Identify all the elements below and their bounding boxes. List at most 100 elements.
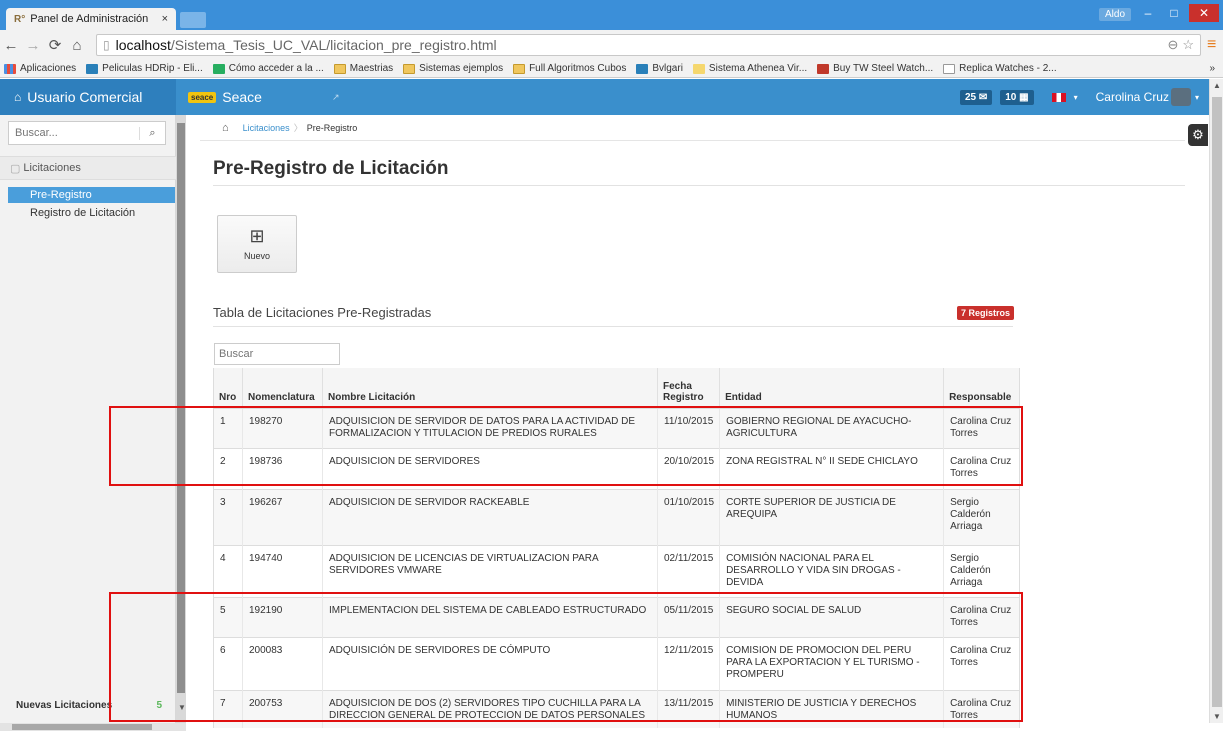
breadcrumb-parent[interactable]: Licitaciones xyxy=(243,123,290,133)
home-icon: ⌂ xyxy=(14,90,22,104)
cell-responsable: Sergio Calderón Arriaga xyxy=(943,488,1021,545)
cell-nomenclatura: 196267 xyxy=(242,488,323,545)
bookmarks-more-icon[interactable]: » xyxy=(1209,63,1215,74)
mail-badge[interactable]: 25 ✉ xyxy=(959,89,993,105)
cell-nomenclatura: 194740 xyxy=(242,544,323,597)
page-title: Pre-Registro de Licitación xyxy=(213,158,449,179)
cell-nro: 3 xyxy=(213,488,243,545)
bookmark-label: Buy TW Steel Watch... xyxy=(833,63,934,74)
folder-icon xyxy=(333,63,346,74)
col-fecha[interactable]: Fecha Registro xyxy=(656,368,720,409)
calendar-badge[interactable]: 10 ▦ xyxy=(1000,89,1034,105)
bookmark-item[interactable]: Sistema Athenea Vir... xyxy=(692,63,807,74)
chevron-down-icon[interactable]: ▾ xyxy=(1074,93,1078,102)
sidebar-item-registro-licitacion[interactable]: Registro de Licitación xyxy=(8,205,175,221)
top-nav: seace Seace ↗ 25 ✉ 10 ▦ ▾ Carolina Cruz … xyxy=(176,79,1213,115)
browser-tab[interactable]: R° Panel de Administración × xyxy=(6,8,176,30)
table-row[interactable]: 4 194740 ADQUISICION DE LICENCIAS DE VIR… xyxy=(213,544,1021,597)
reload-icon[interactable]: ⟳ xyxy=(44,36,66,54)
star-icon[interactable]: ☆ xyxy=(1182,37,1194,53)
maximize-icon[interactable]: □ xyxy=(1161,4,1187,22)
new-tab-button[interactable] xyxy=(180,12,206,28)
cell-nombre: ADQUISICION DE LICENCIAS DE VIRTUALIZACI… xyxy=(322,544,658,597)
bookmark-item[interactable]: Full Algoritmos Cubos xyxy=(513,63,626,74)
zoom-icon[interactable]: ⊖ xyxy=(1167,37,1178,53)
home-icon[interactable]: ⌂ xyxy=(222,122,229,134)
scroll-down-icon[interactable]: ▼ xyxy=(1213,712,1221,721)
user-menu[interactable]: Carolina Cruz ▾ xyxy=(1096,88,1199,106)
bookmark-label: Sistemas ejemplos xyxy=(419,63,504,74)
bookmark-item[interactable]: Buy TW Steel Watch... xyxy=(817,63,933,74)
search-icon[interactable]: ⌕ xyxy=(139,126,165,140)
scrollbar-thumb[interactable] xyxy=(12,724,152,730)
col-responsable[interactable]: Responsable xyxy=(943,368,1021,409)
records-badge: 7 Registros xyxy=(957,306,1015,320)
shop-icon xyxy=(636,63,649,74)
module-link[interactable]: Seace xyxy=(222,89,262,105)
sidebar-section-label: Licitaciones xyxy=(23,162,81,174)
external-link-icon[interactable]: ↗ xyxy=(332,92,340,103)
bookmark-item[interactable]: Aplicaciones xyxy=(4,63,76,74)
folder-icon: ▢ xyxy=(10,162,21,175)
col-nomenclatura[interactable]: Nomenclatura xyxy=(242,368,323,409)
folder-icon xyxy=(403,63,416,74)
url-path: /Sistema_Tesis_UC_VAL/licitacion_pre_reg… xyxy=(170,37,497,53)
page-icon: ▯ xyxy=(103,38,110,52)
bookmark-label: Cómo acceder a la ... xyxy=(228,63,324,74)
table-search-input[interactable] xyxy=(214,343,340,365)
horizontal-scrollbar[interactable] xyxy=(0,723,186,731)
scrollbar-thumb[interactable] xyxy=(1212,97,1222,707)
window-user-badge[interactable]: Aldo xyxy=(1098,8,1131,21)
bookmark-label: Bvlgari xyxy=(652,63,683,74)
bookmark-label: Aplicaciones xyxy=(20,63,77,74)
tab-close-icon[interactable]: × xyxy=(162,13,168,25)
page-scrollbar[interactable]: ▲ ▼ xyxy=(1209,79,1223,723)
peru-flag-icon[interactable] xyxy=(1051,92,1066,102)
url-field[interactable]: ▯ localhost /Sistema_Tesis_UC_VAL/licita… xyxy=(96,34,1201,56)
sidebar-section-licitaciones[interactable]: ▢ Licitaciones xyxy=(0,156,176,180)
breadcrumb: ⌂ Licitaciones 〉 Pre-Registro xyxy=(200,115,1185,141)
cell-nombre: ADQUISICION DE SERVIDOR RACKEABLE xyxy=(322,488,658,545)
folder-icon xyxy=(513,63,526,74)
hd-icon xyxy=(86,63,99,74)
divider xyxy=(213,326,1013,327)
col-nro[interactable]: Nro xyxy=(213,368,243,409)
minimize-icon[interactable]: – xyxy=(1135,4,1161,22)
bookmark-label: Replica Watches - 2... xyxy=(959,63,1057,74)
bookmark-item[interactable]: Bvlgari xyxy=(636,63,683,74)
back-icon[interactable]: ← xyxy=(0,37,22,54)
table-row[interactable]: 3 196267 ADQUISICION DE SERVIDOR RACKEAB… xyxy=(213,488,1021,545)
avatar xyxy=(1170,88,1191,106)
bookmark-item[interactable]: Cómo acceder a la ... xyxy=(212,63,324,74)
sidebar-search: ⌕ xyxy=(8,121,166,145)
gear-icon[interactable]: ⚙ xyxy=(1188,124,1208,146)
home-icon[interactable]: ⌂ xyxy=(66,37,88,54)
divider xyxy=(213,185,1185,186)
bookmark-item[interactable]: Peliculas HDRip - Eli... xyxy=(86,63,203,74)
highlight-box xyxy=(109,406,1023,486)
bookmark-item[interactable]: Sistemas ejemplos xyxy=(403,63,503,74)
app-header: ⌂ Usuario Comercial seace Seace ↗ 25 ✉ 1… xyxy=(0,79,1213,115)
forward-icon[interactable]: → xyxy=(22,37,44,54)
footer-label: Nuevas Licitaciones xyxy=(16,700,113,711)
col-entidad[interactable]: Entidad xyxy=(719,368,944,409)
scroll-up-icon[interactable]: ▲ xyxy=(1213,81,1221,90)
bookmark-item[interactable]: Replica Watches - 2... xyxy=(943,63,1057,74)
new-button-label: Nuevo xyxy=(243,251,270,261)
brand-link[interactable]: ⌂ Usuario Comercial xyxy=(0,79,176,115)
mail-count: 25 xyxy=(964,91,977,103)
col-nombre[interactable]: Nombre Licitación xyxy=(322,368,658,409)
bookmark-item[interactable]: Maestrias xyxy=(333,63,393,74)
calendar-icon: ▦ xyxy=(1019,91,1029,103)
browser-menu-icon[interactable]: ≡ xyxy=(1207,36,1216,54)
sidebar-item-pre-registro[interactable]: Pre-Registro xyxy=(8,187,175,203)
url-host: localhost xyxy=(115,37,171,53)
apps-icon xyxy=(4,63,16,74)
highlight-box xyxy=(109,592,1023,722)
new-button[interactable]: ⊞ Nuevo xyxy=(217,215,297,273)
window-close-icon[interactable]: ✕ xyxy=(1189,4,1219,22)
sidebar-search-input[interactable] xyxy=(9,123,139,143)
red-badge-icon xyxy=(817,63,830,74)
notification-group: 25 ✉ 10 ▦ ▾ xyxy=(959,89,1078,105)
add-file-icon: ⊞ xyxy=(249,226,265,246)
